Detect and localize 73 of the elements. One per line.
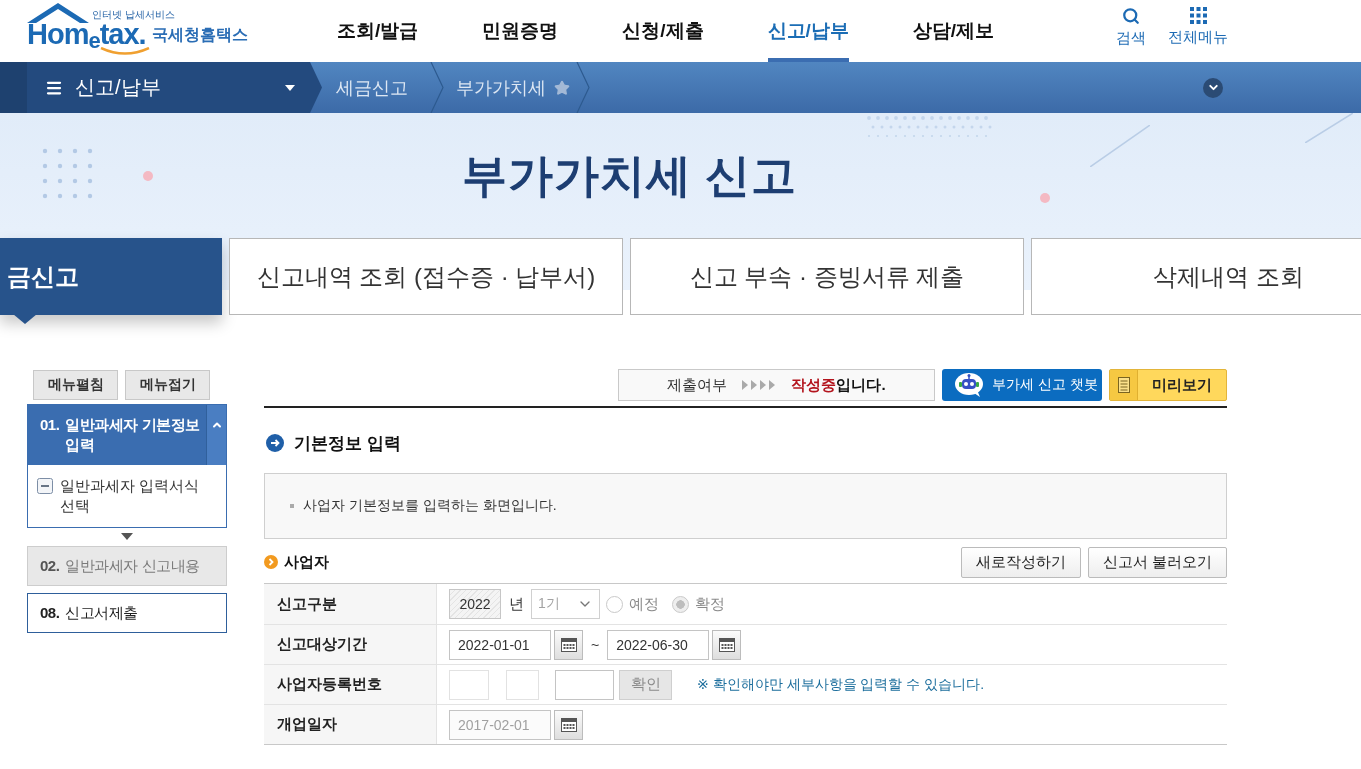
- minus-box-icon: [37, 478, 53, 494]
- nav-tab[interactable]: 조회/발급: [337, 0, 419, 62]
- roof-icon: [27, 3, 89, 23]
- logo-tagline: 인터넷 납세서비스: [92, 9, 175, 20]
- breadcrumb-link[interactable]: 부가가치세: [456, 75, 546, 100]
- all-menu-button[interactable]: 전체메뉴: [1168, 7, 1228, 47]
- arrow-right-circle-icon: [266, 434, 284, 452]
- calendar-icon: [560, 717, 577, 732]
- action-button[interactable]: 신고서 불러오기: [1087, 546, 1227, 578]
- calendar-button[interactable]: [712, 629, 742, 660]
- field-label: 개업일자: [264, 705, 437, 744]
- field-label: 신고구분: [264, 584, 437, 624]
- section-title: 기본정보 입력: [294, 432, 401, 455]
- bullet-icon: [290, 504, 294, 508]
- year-unit-label: 년: [509, 594, 524, 614]
- date-field[interactable]: 2022-01-01: [449, 629, 551, 660]
- tab[interactable]: 신고 부속 · 증빙서류 제출: [630, 238, 1024, 315]
- down-triangle-icon: [121, 533, 133, 540]
- menu-button[interactable]: 메뉴접기: [125, 370, 210, 400]
- tab-pointer-icon: [13, 314, 37, 324]
- preview-button[interactable]: 미리보기: [1109, 369, 1227, 401]
- grid-icon: [1189, 7, 1207, 24]
- tab[interactable]: 신고내역 조회 (접수증 · 납부서): [229, 238, 623, 315]
- calendar-button[interactable]: [554, 709, 583, 740]
- circle-dot-icon: [1040, 193, 1050, 203]
- dot-pattern-drawing: [42, 148, 94, 200]
- radio-label: 예정: [629, 594, 659, 614]
- nav-tab[interactable]: 신청/제출: [622, 0, 704, 62]
- arrows-icon: [742, 380, 777, 390]
- collapse-toggle[interactable]: [206, 405, 226, 465]
- calendar-icon: [560, 637, 577, 652]
- hint-text: ※ 확인해야만 세부사항을 입력할 수 있습니다.: [697, 675, 985, 694]
- calendar-icon: [718, 637, 735, 652]
- nav-tab[interactable]: 민원증명: [482, 0, 559, 62]
- search-icon: [1122, 7, 1140, 25]
- circle-dot-icon: [143, 171, 153, 181]
- page-title: 부가가치세 신고: [461, 148, 798, 203]
- document-icon: [1110, 370, 1138, 400]
- input-field[interactable]: [449, 669, 489, 700]
- field-label: 신고대상기간: [264, 625, 437, 664]
- diagonal-line-icon: [1305, 113, 1353, 143]
- radio-label: 확정: [695, 594, 725, 614]
- status-message: 작성중입니다.: [791, 375, 886, 395]
- swoosh-icon: [100, 47, 150, 55]
- diagonal-line-icon: [1090, 125, 1150, 167]
- expand-button[interactable]: [1203, 77, 1223, 98]
- menu-dropdown-button[interactable]: 신고/납부: [0, 62, 322, 113]
- logo-name: 국세청홈택스: [151, 26, 248, 44]
- caret-down-icon: [285, 84, 295, 91]
- nav-tab[interactable]: 상담/제보: [912, 0, 995, 62]
- subsection-title: 사업자: [284, 552, 329, 572]
- star-icon[interactable]: [554, 79, 570, 96]
- robot-icon: [954, 372, 984, 398]
- notice-text: 사업자 기본정보를 입력하는 화면입니다.: [303, 497, 557, 515]
- action-button[interactable]: 새로작성하기: [960, 546, 1081, 578]
- step-link[interactable]: 01. 일반과세자 기본정보 입력: [28, 405, 206, 465]
- menu-button[interactable]: 메뉴펼침: [33, 370, 118, 400]
- tab[interactable]: 삭제내역 조회: [1031, 238, 1361, 315]
- form-item-link[interactable]: 일반과세자 입력서식 선택: [37, 476, 216, 516]
- input-field[interactable]: [506, 669, 539, 700]
- step-link[interactable]: 08. 신고서제출: [28, 594, 226, 632]
- chevron-separator-icon: [430, 62, 444, 113]
- search-button[interactable]: 검색: [1116, 7, 1146, 48]
- breadcrumb-link[interactable]: 세금신고: [336, 75, 408, 100]
- chatbot-button[interactable]: 부가세 신고 챗봇: [942, 369, 1102, 401]
- field-label: 사업자등록번호: [264, 665, 437, 704]
- date-field[interactable]: 2022-06-30: [607, 629, 710, 660]
- status-label: 제출여부: [667, 375, 728, 395]
- calendar-button[interactable]: [554, 629, 583, 660]
- input-field[interactable]: [555, 669, 614, 700]
- chevron-right-circle-icon: [264, 555, 278, 569]
- range-separator: ~: [591, 636, 600, 653]
- chevron-separator-icon: [576, 62, 590, 113]
